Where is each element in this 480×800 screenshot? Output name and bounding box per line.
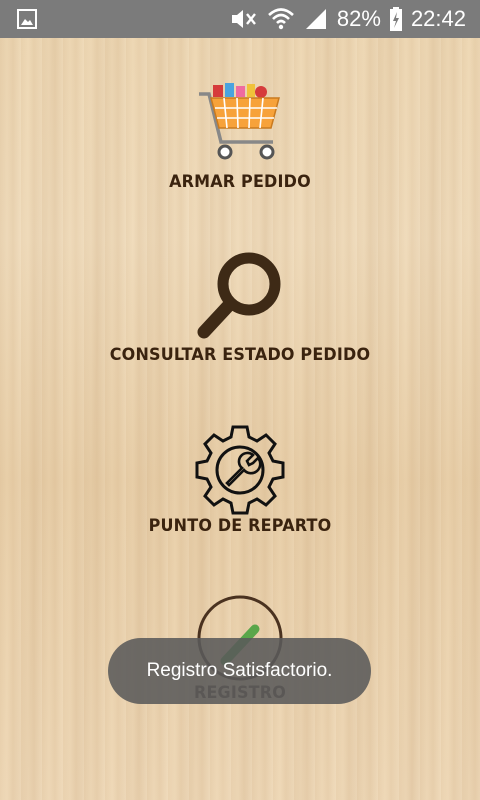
toast-notification: Registro Satisfactorio. <box>108 638 371 704</box>
menu-consultar-estado-pedido[interactable]: CONSULTAR ESTADO PEDIDO <box>0 250 480 365</box>
signal-icon <box>305 9 326 29</box>
wifi-icon <box>268 8 294 30</box>
menu-label: PUNTO DE REPARTO <box>148 516 332 536</box>
shopping-cart-icon <box>199 83 280 160</box>
toast-message: Registro Satisfactorio. <box>146 660 333 681</box>
clock: 22:42 <box>410 6 466 31</box>
battery-percent: 82% <box>336 6 381 31</box>
image-icon <box>17 9 37 29</box>
gear-wrench-icon <box>195 425 285 515</box>
status-bar: 82% 22:42 <box>0 0 480 38</box>
menu-label: ARMAR PEDIDO <box>169 172 311 192</box>
menu-armar-pedido[interactable]: ARMAR PEDIDO <box>0 80 480 192</box>
menu-label: CONSULTAR ESTADO PEDIDO <box>109 345 371 365</box>
mute-icon <box>231 10 256 28</box>
menu-punto-de-reparto[interactable]: PUNTO DE REPARTO <box>0 424 480 536</box>
battery-charging-icon <box>389 7 402 31</box>
magnifier-icon <box>197 252 281 339</box>
